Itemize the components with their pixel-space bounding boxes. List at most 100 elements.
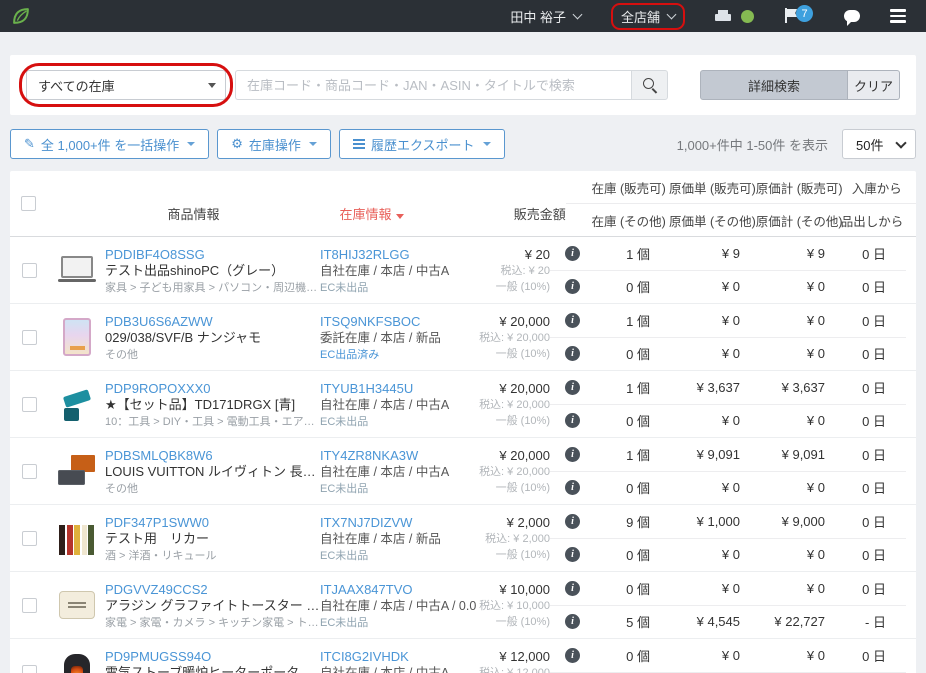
cost-total-other: ¥ 22,727 bbox=[740, 614, 825, 629]
info-icon[interactable]: i bbox=[565, 279, 580, 294]
product-image[interactable] bbox=[55, 315, 99, 359]
row-checkbox[interactable] bbox=[22, 531, 37, 546]
row-checkbox-cell bbox=[10, 639, 48, 673]
bulk-action-button[interactable]: ✎ 全 1,000+件 を一括操作 bbox=[10, 129, 209, 159]
info-icon[interactable]: i bbox=[565, 514, 580, 529]
product-category: 家具 > 子ども用家具 > パソコン・周辺機器 > デスク... bbox=[105, 279, 320, 296]
info-icon[interactable]: i bbox=[565, 480, 580, 495]
history-export-button[interactable]: 履歴エクスポート bbox=[339, 129, 505, 159]
info-icon[interactable]: i bbox=[565, 313, 580, 328]
product-image[interactable] bbox=[55, 382, 99, 426]
product-image[interactable] bbox=[55, 449, 99, 493]
product-name: 電気ストーブ暖炉ヒーターポータブルフリース... bbox=[105, 665, 320, 673]
product-image-cell bbox=[48, 639, 105, 673]
product-code-link[interactable]: PDF347P1SWW0 bbox=[105, 515, 320, 531]
stock-qty-sellable: 1 個 bbox=[595, 445, 650, 464]
row-checkbox[interactable] bbox=[22, 330, 37, 345]
user-menu[interactable]: 田中 裕子 bbox=[510, 7, 581, 26]
header-other-row: 在庫 (その他) 原価単 (その他) 原価計 (その他) 品出しから bbox=[566, 204, 916, 236]
days-since-shelf: 0 日 bbox=[825, 344, 896, 363]
cost-total-other: ¥ 0 bbox=[740, 547, 825, 562]
product-code-link[interactable]: PD9PMUGSS94O bbox=[105, 649, 320, 665]
inventory-filter-select[interactable]: すべての在庫 bbox=[26, 70, 226, 100]
info-icon[interactable]: i bbox=[565, 447, 580, 462]
product-code-link[interactable]: PDDIBF4O8SSG bbox=[105, 247, 320, 263]
cost-unit-other: ¥ 0 bbox=[650, 346, 740, 361]
metrics-cell: i 0 個 ¥ 0 ¥ 0 0 日 i bbox=[550, 639, 906, 673]
days-since-inbound: 0 日 bbox=[825, 244, 896, 263]
advanced-search-group: 詳細検索 クリア bbox=[700, 70, 900, 100]
product-image[interactable] bbox=[55, 248, 99, 292]
sales-amount-cell: ¥ 20,000 税込: ¥ 20,000 一般 (10%) bbox=[470, 438, 550, 504]
search-input[interactable] bbox=[235, 70, 631, 100]
product-info-cell: PDB3U6S6AZWW 029/038/SVF/B ナンジャモ その他 bbox=[105, 304, 320, 370]
header-stock-info-sort[interactable]: 在庫情報 bbox=[340, 204, 488, 236]
info-icon[interactable]: i bbox=[565, 614, 580, 629]
product-image[interactable] bbox=[55, 583, 99, 627]
search-button[interactable] bbox=[631, 70, 668, 100]
product-info-cell: PDDIBF4O8SSG テスト出品shinoPC（グレー） 家具 > 子ども用… bbox=[105, 237, 320, 303]
row-checkbox[interactable] bbox=[22, 397, 37, 412]
other-metrics-row: i 0 個 ¥ 0 ¥ 0 0 日 bbox=[550, 338, 906, 371]
header-cost-total-other: 原価計 (その他) bbox=[756, 211, 841, 230]
sort-desc-icon bbox=[396, 214, 404, 219]
notifications[interactable]: 7 bbox=[784, 7, 814, 25]
cost-unit-sellable: ¥ 1,000 bbox=[650, 514, 740, 529]
info-icon[interactable]: i bbox=[565, 648, 580, 663]
info-icon[interactable]: i bbox=[565, 581, 580, 596]
messages[interactable] bbox=[844, 10, 860, 22]
sales-price-tax: 税込: ¥ 20,000 bbox=[400, 397, 550, 413]
app-logo-leaf-icon[interactable] bbox=[10, 5, 32, 27]
product-image-cell bbox=[48, 438, 105, 504]
table-row: PD9PMUGSS94O 電気ストーブ暖炉ヒーターポータブルフリース... IT… bbox=[10, 639, 916, 673]
product-name: テスト用 リカー bbox=[105, 531, 320, 547]
select-all-checkbox[interactable] bbox=[21, 196, 36, 211]
result-count: 1,000+件中 1-50件 を表示 bbox=[677, 135, 828, 154]
store-selector[interactable]: 全店舗 bbox=[621, 7, 675, 26]
sales-amount-cell: ¥ 20 税込: ¥ 20 一般 (10%) bbox=[470, 237, 550, 303]
cost-total-sellable: ¥ 9 bbox=[740, 246, 825, 261]
row-checkbox-cell bbox=[10, 237, 48, 303]
stock-operations-button[interactable]: ⚙ 在庫操作 bbox=[217, 129, 331, 159]
sellable-metrics-row: i 1 個 ¥ 9 ¥ 9 0 日 bbox=[550, 237, 906, 271]
cost-unit-sellable: ¥ 0 bbox=[650, 313, 740, 328]
stock-qty-other: 0 個 bbox=[595, 344, 650, 363]
cost-unit-other: ¥ 0 bbox=[650, 413, 740, 428]
table-row: PDF347P1SWW0 テスト用 リカー 酒 > 洋酒・リキュール ITX7N… bbox=[10, 505, 916, 572]
other-metrics-row: i 0 個 ¥ 0 ¥ 0 0 日 bbox=[550, 472, 906, 505]
metrics-cell: i 1 個 ¥ 9,091 ¥ 9,091 0 日 i 0 個 ¥ 0 ¥ 0 … bbox=[550, 438, 906, 504]
other-metrics-row: i 0 個 ¥ 0 ¥ 0 0 日 bbox=[550, 539, 906, 572]
product-code-link[interactable]: PDP9ROPOXXX0 bbox=[105, 381, 320, 397]
product-image[interactable] bbox=[55, 516, 99, 560]
other-metrics-row: i 5 個 ¥ 4,545 ¥ 22,727 - 日 bbox=[550, 606, 906, 639]
product-image-cell bbox=[48, 371, 105, 437]
stock-qty-other: 5 個 bbox=[595, 612, 650, 631]
row-checkbox[interactable] bbox=[22, 464, 37, 479]
product-image[interactable] bbox=[55, 650, 99, 673]
print-status[interactable] bbox=[715, 10, 754, 23]
product-name: ★【セット品】TD171DRGX [青] bbox=[105, 397, 320, 413]
inventory-filter-value: すべての在庫 bbox=[38, 76, 115, 95]
info-icon[interactable]: i bbox=[565, 413, 580, 428]
advanced-search-button[interactable]: 詳細検索 bbox=[700, 70, 848, 100]
product-code-link[interactable]: PDGVVZ49CCS2 bbox=[105, 582, 320, 598]
tax-rate: 一般 (10%) bbox=[400, 413, 550, 429]
info-icon[interactable]: i bbox=[565, 346, 580, 361]
days-since-inbound: 0 日 bbox=[825, 378, 896, 397]
row-checkbox[interactable] bbox=[22, 598, 37, 613]
info-icon[interactable]: i bbox=[565, 246, 580, 261]
chevron-down-icon bbox=[309, 142, 317, 146]
row-checkbox-cell bbox=[10, 572, 48, 638]
clear-button[interactable]: クリア bbox=[848, 70, 900, 100]
cost-total-other: ¥ 0 bbox=[740, 279, 825, 294]
row-checkbox[interactable] bbox=[22, 263, 37, 278]
row-checkbox[interactable] bbox=[22, 665, 37, 673]
main-menu-button[interactable] bbox=[890, 9, 906, 23]
product-info-cell: PDF347P1SWW0 テスト用 リカー 酒 > 洋酒・リキュール bbox=[105, 505, 320, 571]
product-code-link[interactable]: PDB3U6S6AZWW bbox=[105, 314, 320, 330]
info-icon[interactable]: i bbox=[565, 547, 580, 562]
product-info-cell: PD9PMUGSS94O 電気ストーブ暖炉ヒーターポータブルフリース... bbox=[105, 639, 320, 673]
product-code-link[interactable]: PDBSMLQBK8W6 bbox=[105, 448, 320, 464]
info-icon[interactable]: i bbox=[565, 380, 580, 395]
metrics-cell: i 1 個 ¥ 0 ¥ 0 0 日 i 0 個 ¥ 0 ¥ 0 0 日 bbox=[550, 304, 906, 370]
